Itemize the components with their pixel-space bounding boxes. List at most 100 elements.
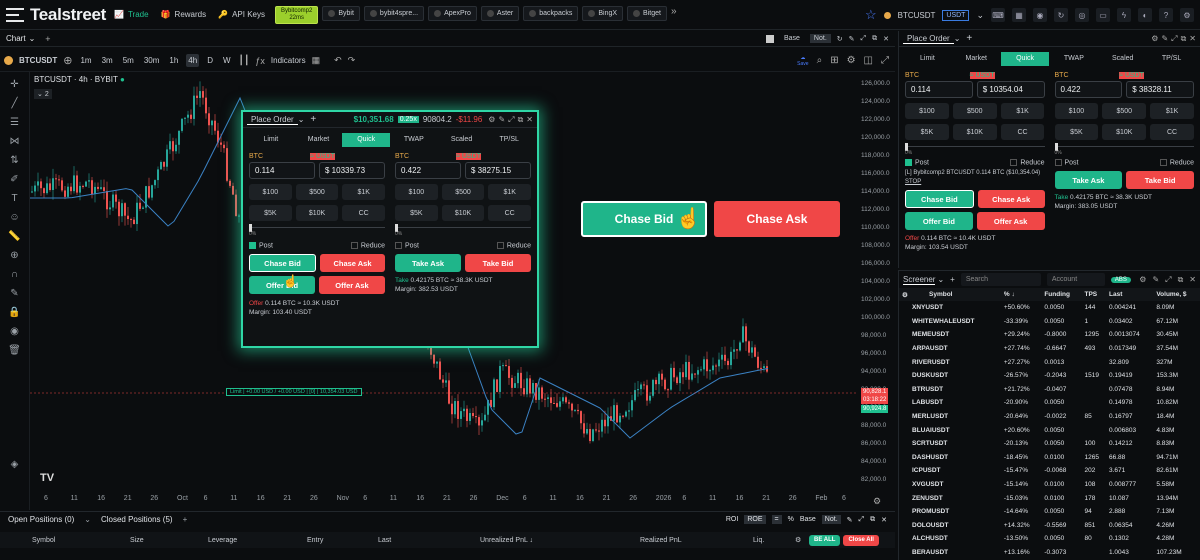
edit-icon[interactable]: ✎ bbox=[847, 516, 853, 524]
tab-chart[interactable]: Chart ⌄ bbox=[0, 31, 41, 47]
palette-icon[interactable]: ◉ bbox=[1033, 8, 1047, 22]
table-row[interactable]: SCRTUSDT -20.13% 0.0050 100 0.14212 8.83M bbox=[899, 437, 1200, 451]
quote-badge[interactable]: USDT bbox=[942, 9, 970, 21]
exchange-tab[interactable]: backpacks bbox=[523, 5, 579, 21]
close-all-button[interactable]: Close All bbox=[843, 534, 879, 546]
chase-ask-button[interactable]: Chase Ask bbox=[977, 190, 1045, 209]
reduce-checkbox[interactable]: Reduce bbox=[496, 242, 531, 249]
quick-cc-button[interactable]: CC bbox=[1000, 124, 1045, 140]
expand-icon[interactable]: ⤢ bbox=[861, 35, 867, 43]
close-icon[interactable]: ✕ bbox=[881, 516, 887, 524]
base-toggle[interactable]: Base bbox=[780, 34, 804, 43]
reduce-checkbox[interactable]: Reduce bbox=[350, 242, 385, 249]
col-size[interactable]: Size bbox=[130, 537, 208, 544]
templates-icon[interactable]: ▦ bbox=[312, 55, 321, 66]
tab-twap[interactable]: TWAP bbox=[1049, 52, 1098, 66]
settings-icon[interactable]: ⚙ bbox=[899, 288, 909, 301]
col-funding[interactable]: Funding bbox=[1041, 288, 1082, 301]
btc-qty-input[interactable]: 0.114 bbox=[249, 162, 315, 179]
quick-cc-button[interactable]: CC bbox=[1150, 124, 1194, 140]
settings-icon[interactable]: ⚙ bbox=[488, 115, 495, 124]
star-icon[interactable]: ☆ bbox=[865, 7, 877, 23]
quick-cc-button[interactable]: CC bbox=[342, 205, 386, 221]
candle-type-icon[interactable]: ┃┃ bbox=[239, 55, 250, 66]
emoji-icon[interactable]: ☺ bbox=[8, 211, 22, 224]
timeframe-3m[interactable]: 3m bbox=[100, 54, 115, 67]
quick-1k-button[interactable]: $1K bbox=[488, 184, 532, 200]
col-realized-pnl[interactable]: Realized PnL bbox=[640, 537, 753, 544]
col-tps[interactable]: TPS bbox=[1081, 288, 1106, 301]
offer-ask-button[interactable]: Offer Ask bbox=[319, 276, 385, 295]
refresh-icon[interactable]: ↻ bbox=[1054, 8, 1068, 22]
settings-icon[interactable]: ⚙ bbox=[1139, 275, 1146, 284]
col-leverage[interactable]: Leverage bbox=[208, 537, 307, 544]
tab-scaled[interactable]: Scaled bbox=[1098, 52, 1147, 66]
timeframe-30m[interactable]: 30m bbox=[142, 54, 162, 67]
table-row[interactable]: ALCHUSDT -13.50% 0.0050 80 0.1302 4.28M bbox=[899, 532, 1200, 546]
quick-1k-button[interactable]: $1K bbox=[1000, 103, 1045, 119]
tab-market[interactable]: Market bbox=[295, 133, 343, 147]
trendline-icon[interactable]: ╱ bbox=[8, 97, 22, 110]
post-checkbox[interactable]: Post bbox=[1054, 159, 1079, 166]
exchange-tab[interactable]: Aster bbox=[480, 5, 520, 21]
usdt-qty-input[interactable]: $ 10354.04 bbox=[976, 81, 1045, 98]
abs-toggle[interactable]: ABS bbox=[1110, 276, 1131, 283]
add-icon[interactable]: + bbox=[310, 114, 316, 125]
ruler-icon[interactable]: 📏 bbox=[8, 230, 22, 243]
quick-1k-button[interactable]: $1K bbox=[1150, 103, 1194, 119]
lock-drawing-icon[interactable]: ✎ bbox=[8, 287, 22, 300]
chart-symbol[interactable]: BTCUSDT bbox=[19, 56, 57, 65]
tab-quick[interactable]: Quick bbox=[1000, 52, 1050, 66]
layout-icon[interactable]: ▭ bbox=[1096, 8, 1110, 22]
edit-icon[interactable]: ✎ bbox=[1161, 34, 1168, 43]
take-ask-button[interactable]: Take Ask bbox=[1054, 171, 1123, 190]
quick-5k-button[interactable]: $5K bbox=[905, 124, 949, 140]
search-icon[interactable]: ⌕ bbox=[817, 55, 823, 66]
exchange-tab[interactable]: BingX bbox=[582, 5, 624, 21]
col-volume[interactable]: Volume, $ bbox=[1153, 288, 1200, 301]
close-icon[interactable]: ✕ bbox=[1189, 34, 1196, 43]
percent-toggle[interactable]: % bbox=[788, 516, 794, 523]
bolt-icon[interactable]: ϟ bbox=[1117, 8, 1131, 22]
quick-5k-button[interactable]: $5K bbox=[1054, 124, 1099, 140]
offer-bid-button[interactable]: Offer Bid bbox=[249, 276, 315, 295]
col-symbol[interactable]: Symbol bbox=[909, 288, 1001, 301]
popout-icon[interactable]: ⧉ bbox=[518, 115, 524, 125]
camera-icon[interactable]: ◫ bbox=[864, 55, 873, 66]
quick-500-button[interactable]: $500 bbox=[295, 184, 339, 200]
fullscreen-icon[interactable]: ⤢ bbox=[881, 55, 889, 66]
tab-tpsl[interactable]: TP/SL bbox=[485, 133, 533, 147]
fib-icon[interactable]: ☰ bbox=[8, 116, 22, 129]
offer-bid-button[interactable]: Offer Bid bbox=[905, 212, 973, 231]
expand-icon[interactable]: ⤢ bbox=[1171, 34, 1177, 44]
nav-rewards[interactable]: 🎁 Rewards bbox=[161, 10, 207, 19]
time-axis[interactable]: 6 11 16 21 26 Oct 6 11 16 21 26 Nov 6 11 16 21 26 Dec 6 11 1… bbox=[30, 495, 857, 507]
size-slider[interactable]: 0% bbox=[905, 143, 1045, 156]
be-all-button[interactable]: BE ALL bbox=[809, 534, 841, 546]
tab-twap[interactable]: TWAP bbox=[390, 133, 438, 147]
quick-1k-button[interactable]: $1K bbox=[342, 184, 386, 200]
exchange-tab-active[interactable]: Bybitcomp2 22ms bbox=[275, 5, 319, 24]
tab-limit[interactable]: Limit bbox=[903, 52, 952, 66]
undo-icon[interactable]: ↶ bbox=[334, 55, 342, 66]
usdt-qty-input[interactable]: $ 38275.15 bbox=[465, 162, 531, 179]
timeframe-1h[interactable]: 1h bbox=[167, 54, 180, 67]
size-slider[interactable]: 0% bbox=[395, 224, 531, 237]
nav-trade[interactable]: 📈 Trade bbox=[114, 10, 149, 19]
tab-market[interactable]: Market bbox=[952, 52, 1001, 66]
add-icon[interactable]: + bbox=[966, 33, 972, 44]
table-row[interactable]: ZENUSDT -15.03% 0.0100 178 10.087 13.94M bbox=[899, 491, 1200, 505]
magnet-icon[interactable]: ∩ bbox=[8, 268, 22, 281]
table-row[interactable]: DUSKUSDT -26.57% -0.2043 1519 0.19419 153.3M bbox=[899, 369, 1200, 383]
chase-ask-button[interactable]: Chase Ask bbox=[320, 254, 385, 273]
exchange-tab[interactable]: ApexPro bbox=[428, 5, 477, 21]
btc-qty-input[interactable]: 0.114 bbox=[905, 81, 973, 98]
col-last[interactable]: Last bbox=[1106, 288, 1154, 301]
quick-cc-button[interactable]: CC bbox=[488, 205, 532, 221]
text-icon[interactable]: T bbox=[8, 192, 22, 205]
offer-ask-button[interactable]: Offer Ask bbox=[976, 212, 1045, 231]
table-row[interactable]: WHITEWHALEUSDT -33.39% 0.0050 1 0.03402 67.12… bbox=[899, 315, 1200, 329]
zoom-icon[interactable]: ⊕ bbox=[8, 249, 22, 262]
table-row[interactable]: ICPUSDT -15.47% -0.0068 202 3.671 82.61M bbox=[899, 464, 1200, 478]
usdt-qty-input[interactable]: $ 38328.11 bbox=[1126, 81, 1194, 98]
